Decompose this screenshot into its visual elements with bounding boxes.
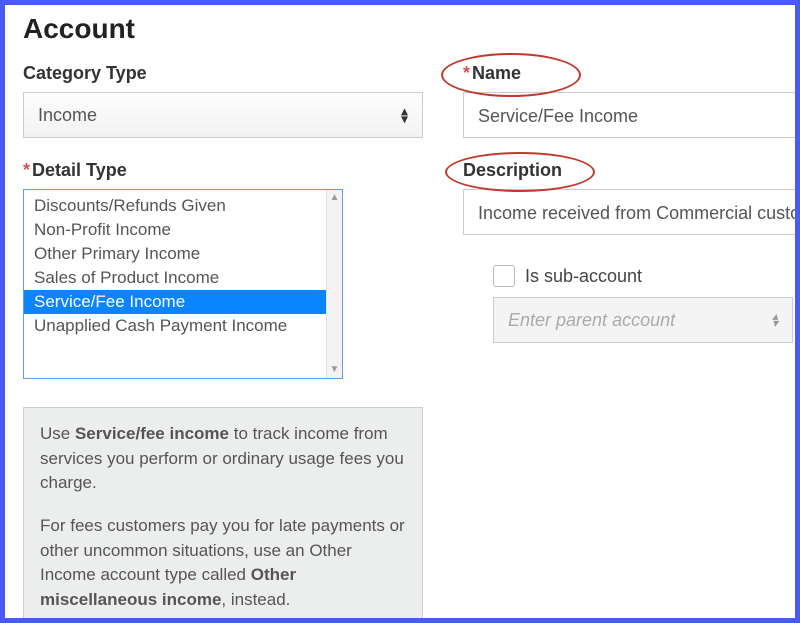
select-caret-icon: ▴▾ — [401, 107, 408, 124]
detail-type-option[interactable]: Discounts/Refunds Given — [24, 194, 342, 218]
detail-type-option[interactable]: Service/Fee Income — [24, 290, 342, 314]
scroll-down-icon[interactable]: ▼ — [327, 362, 342, 378]
description-input[interactable]: Income received from Commercial custo — [463, 189, 800, 235]
detail-type-option[interactable]: Other Primary Income — [24, 242, 342, 266]
is-sub-account-label: Is sub-account — [525, 266, 642, 287]
required-asterisk: * — [23, 160, 30, 180]
detail-type-listbox[interactable]: Discounts/Refunds GivenNon-Profit Income… — [23, 189, 343, 379]
page-title: Account — [23, 13, 777, 45]
detail-type-option[interactable]: Unapplied Cash Payment Income — [24, 314, 342, 338]
required-asterisk: * — [463, 63, 470, 83]
description-label: Description — [463, 160, 562, 181]
category-type-value: Income — [38, 105, 97, 126]
detail-type-label: *Detail Type — [23, 160, 423, 181]
listbox-scrollbar[interactable]: ▲ ▼ — [326, 190, 342, 378]
scroll-up-icon[interactable]: ▲ — [327, 190, 342, 206]
category-type-select[interactable]: Income ▴▾ — [23, 92, 423, 138]
detail-type-option[interactable]: Non-Profit Income — [24, 218, 342, 242]
name-label: *Name — [463, 63, 521, 84]
category-type-label: Category Type — [23, 63, 423, 84]
is-sub-account-checkbox[interactable] — [493, 265, 515, 287]
name-input[interactable]: Service/Fee Income — [463, 92, 800, 138]
parent-account-select[interactable]: Enter parent account ▴▾ — [493, 297, 793, 343]
parent-account-placeholder: Enter parent account — [508, 310, 675, 331]
detail-type-option[interactable]: Sales of Product Income — [24, 266, 342, 290]
detail-type-help: Use Service/fee income to track income f… — [23, 407, 423, 623]
select-caret-icon: ▴▾ — [772, 313, 778, 327]
account-form: Account Category Type Income ▴▾ *Detail … — [0, 0, 800, 623]
